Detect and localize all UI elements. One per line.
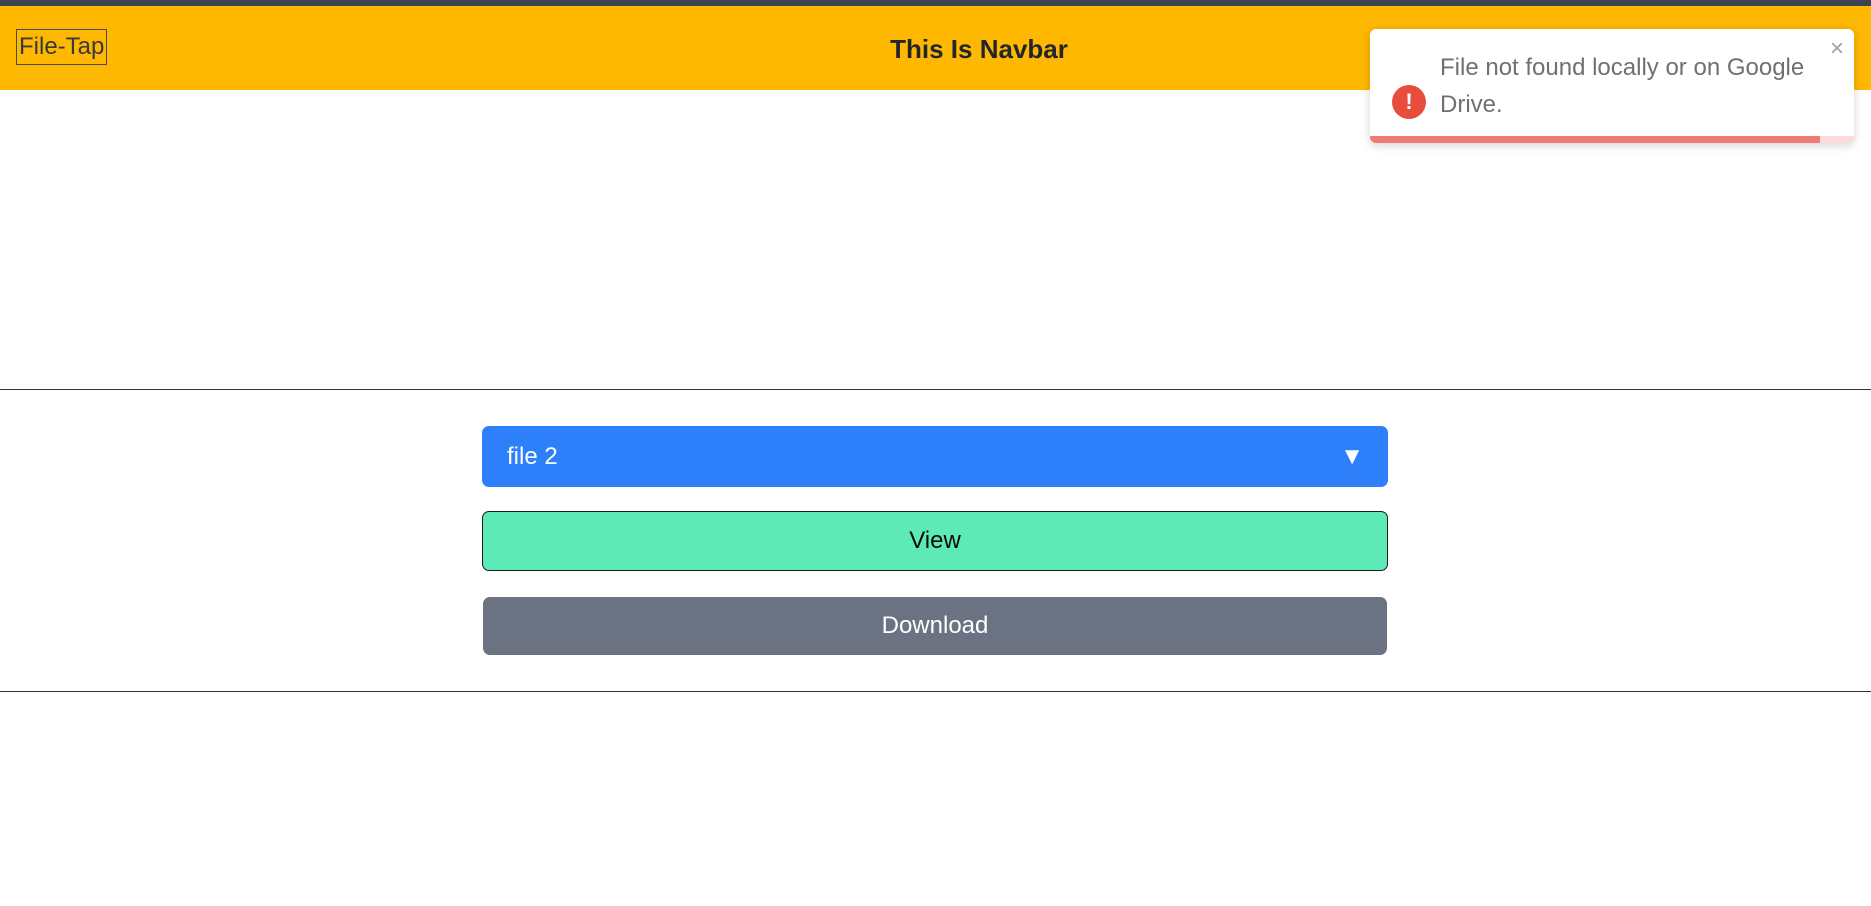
file-select-value: file 2 [507, 443, 558, 470]
view-button[interactable]: View [482, 511, 1388, 571]
bottom-divider [0, 691, 1871, 692]
file-select[interactable]: file 2 ▼ [482, 426, 1388, 487]
toast-progress-bar [1370, 136, 1821, 143]
top-divider [0, 389, 1871, 390]
toast-progress-track [1370, 136, 1854, 143]
error-toast: ! File not found locally or on Google Dr… [1370, 29, 1854, 143]
error-icon: ! [1392, 85, 1426, 119]
close-icon[interactable]: × [1830, 35, 1844, 63]
chevron-down-icon: ▼ [1340, 443, 1364, 470]
toast-message: File not found locally or on Google Driv… [1440, 54, 1805, 118]
download-button[interactable]: Download [483, 597, 1387, 655]
